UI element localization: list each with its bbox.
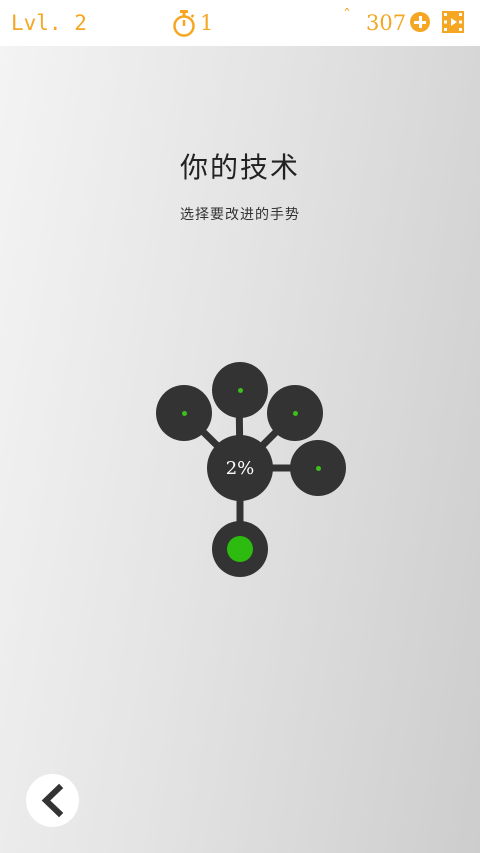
palm-node[interactable]: 2%: [207, 435, 273, 501]
stopwatch-icon: [173, 10, 195, 37]
coin-count: 307: [366, 11, 407, 35]
status-dot: [182, 411, 187, 416]
chevron-left-icon: [41, 783, 64, 818]
top-bar: Lvl. 2 1 ˆ 307: [0, 0, 480, 46]
page-title: 你的技术: [179, 151, 300, 184]
page-subtitle: 选择要改进的手势: [180, 207, 300, 223]
status-dot: [316, 466, 321, 471]
gesture-hand-selector: 2%: [150, 355, 355, 583]
back-button[interactable]: [26, 774, 79, 827]
timer-indicator: 1: [172, 8, 213, 38]
caret-symbol: ˆ: [343, 6, 351, 25]
palm-percent: 2%: [225, 457, 255, 479]
finger-node-index[interactable]: [290, 440, 346, 496]
video-reward-icon[interactable]: [442, 11, 464, 33]
thumb-node[interactable]: [212, 521, 268, 577]
add-coins-button[interactable]: [410, 12, 430, 32]
status-dot: [238, 388, 243, 393]
status-dot: [293, 411, 298, 416]
level-label: Lvl. 2: [11, 11, 87, 35]
status-dot-large: [227, 536, 253, 562]
finger-node-pinky[interactable]: [156, 385, 212, 441]
finger-node-middle[interactable]: [267, 385, 323, 441]
timer-count: 1: [200, 11, 214, 35]
finger-node-ring[interactable]: [212, 362, 268, 418]
